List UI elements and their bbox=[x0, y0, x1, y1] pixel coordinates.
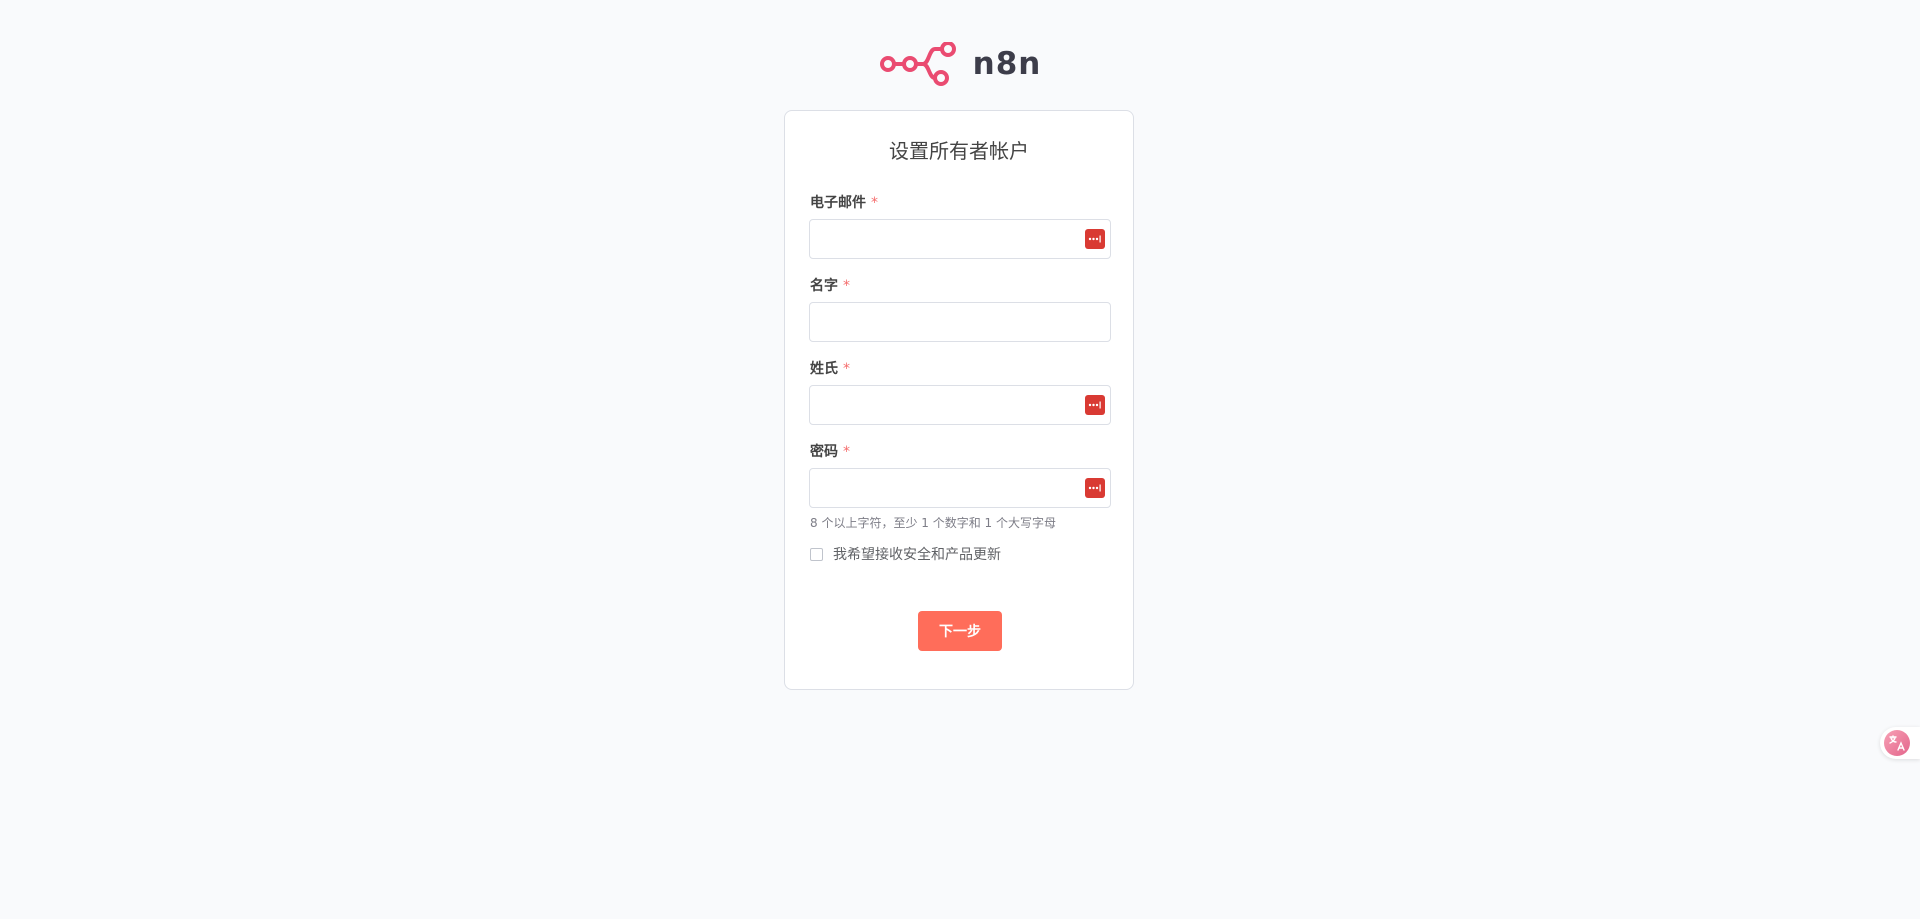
n8n-logo: n8n bbox=[879, 42, 1042, 86]
email-field-wrapper bbox=[809, 219, 1111, 259]
last-name-field[interactable] bbox=[810, 386, 1094, 424]
updates-checkbox-label[interactable]: 我希望接收安全和产品更新 bbox=[833, 544, 1001, 564]
email-label: 电子邮件 * bbox=[810, 192, 878, 212]
n8n-logo-icon bbox=[879, 42, 956, 86]
first-name-label: 名字 * bbox=[810, 275, 850, 295]
card-title: 设置所有者帐户 bbox=[889, 139, 1029, 163]
first-name-field-wrapper bbox=[809, 302, 1111, 342]
password-label-text: 密码 bbox=[810, 444, 838, 460]
logo-area: n8n bbox=[0, 42, 1920, 86]
last-name-label: 姓氏 * bbox=[810, 358, 850, 378]
password-field-wrapper bbox=[809, 468, 1111, 508]
email-label-text: 电子邮件 bbox=[810, 195, 866, 211]
password-hint: 8 个以上字符，至少 1 个数字和 1 个大写字母 bbox=[810, 516, 1056, 530]
required-mark: * bbox=[843, 278, 850, 294]
setup-page: n8n 设置所有者帐户 电子邮件 * 名字 * 姓氏 * 密码 * 8 个以上字… bbox=[0, 0, 1920, 919]
password-manager-icon[interactable] bbox=[1085, 395, 1105, 415]
password-manager-icon[interactable] bbox=[1085, 478, 1105, 498]
last-name-label-text: 姓氏 bbox=[810, 361, 838, 377]
password-field[interactable] bbox=[810, 469, 1094, 507]
brand-name: n8n bbox=[972, 46, 1042, 82]
setup-owner-card: 设置所有者帐户 电子邮件 * 名字 * 姓氏 * 密码 * 8 个以上字符，至少… bbox=[784, 110, 1134, 690]
translate-button[interactable] bbox=[1880, 727, 1920, 759]
first-name-field[interactable] bbox=[810, 303, 1094, 341]
translate-icon[interactable] bbox=[1884, 730, 1910, 756]
password-label: 密码 * bbox=[810, 441, 850, 461]
password-manager-icon[interactable] bbox=[1085, 229, 1105, 249]
required-mark: * bbox=[843, 361, 850, 377]
last-name-field-wrapper bbox=[809, 385, 1111, 425]
required-mark: * bbox=[843, 444, 850, 460]
first-name-label-text: 名字 bbox=[810, 278, 838, 294]
email-field[interactable] bbox=[810, 220, 1094, 258]
required-mark: * bbox=[871, 195, 878, 211]
updates-checkbox[interactable] bbox=[810, 547, 823, 561]
updates-checkbox-row[interactable]: 我希望接收安全和产品更新 bbox=[810, 544, 1001, 564]
next-button[interactable]: 下一步 bbox=[918, 611, 1002, 651]
